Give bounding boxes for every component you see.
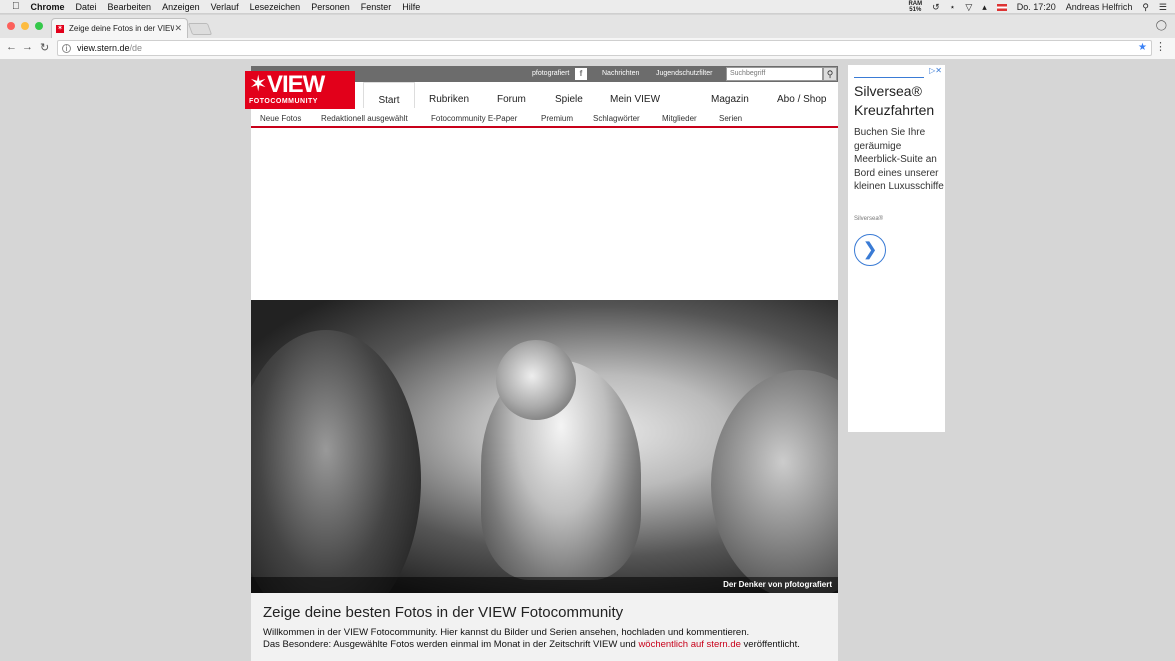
ad-body: Buchen Sie Ihre geräumige Meerblick-Suit… bbox=[854, 127, 944, 192]
tab-title: Zeige deine Fotos in der VIEW bbox=[69, 24, 175, 33]
stern-favicon-icon: ✶ bbox=[56, 24, 64, 33]
time-machine-icon[interactable]: ↺ bbox=[932, 2, 940, 13]
input-source-flag-icon[interactable] bbox=[996, 3, 1007, 11]
clock[interactable]: Do. 17:20 bbox=[1017, 2, 1056, 12]
adchoices-icon[interactable]: ▷✕ bbox=[929, 66, 942, 75]
chrome-menu-icon[interactable]: ⋮ bbox=[1155, 40, 1166, 53]
intro-line-1: Willkommen in der VIEW Fotocommunity. Hi… bbox=[263, 627, 750, 638]
menu-fenster[interactable]: Fenster bbox=[361, 2, 392, 12]
browser-tab[interactable]: ✶ Zeige deine Fotos in der VIEW ✕ bbox=[51, 18, 188, 38]
zoom-window-icon[interactable] bbox=[35, 22, 43, 30]
nav-mein-view[interactable]: Mein VIEW bbox=[610, 94, 660, 105]
close-window-icon[interactable] bbox=[7, 22, 15, 30]
wifi-icon[interactable]: ▽ bbox=[965, 2, 972, 13]
facebook-icon[interactable]: f bbox=[575, 68, 587, 80]
subnav-mitglieder[interactable]: Mitglieder bbox=[662, 114, 697, 123]
nav-forum[interactable]: Forum bbox=[497, 94, 526, 105]
spotlight-icon[interactable]: ⚲ bbox=[1142, 2, 1149, 13]
hero-caption[interactable]: Der Denker von pfotografiert bbox=[251, 577, 838, 593]
minimize-window-icon[interactable] bbox=[21, 22, 29, 30]
url-path: /de bbox=[129, 43, 143, 53]
nav-abo-shop[interactable]: Abo / Shop bbox=[777, 94, 826, 105]
url-domain: view.stern.de bbox=[77, 43, 130, 53]
link-jugendschutzfilter[interactable]: Jugendschutzfilter bbox=[656, 70, 712, 77]
menu-hilfe[interactable]: Hilfe bbox=[402, 2, 420, 12]
stern-link[interactable]: wöchentlich auf stern.de bbox=[638, 639, 740, 650]
ad-divider bbox=[854, 77, 924, 78]
profile-icon[interactable]: ◯ bbox=[1156, 20, 1167, 31]
back-arrow-icon[interactable]: ← bbox=[6, 41, 17, 53]
nav-magazin[interactable]: Magazin bbox=[711, 94, 749, 105]
intro-section: Zeige deine besten Fotos in der VIEW Fot… bbox=[251, 593, 838, 661]
menu-anzeigen[interactable]: Anzeigen bbox=[162, 2, 200, 12]
menu-verlauf[interactable]: Verlauf bbox=[211, 2, 239, 12]
nav-rubriken[interactable]: Rubriken bbox=[429, 94, 469, 105]
menu-app-name[interactable]: Chrome bbox=[31, 2, 65, 12]
subnav-redaktionell[interactable]: Redaktionell ausgewählt bbox=[321, 114, 408, 123]
address-bar[interactable]: i view.stern.de/de ★ bbox=[57, 40, 1152, 56]
menu-bearbeiten[interactable]: Bearbeiten bbox=[108, 2, 152, 12]
nav-start[interactable]: Start bbox=[363, 82, 415, 108]
link-pfotografiert[interactable]: pfotografiert bbox=[532, 70, 569, 77]
menu-personen[interactable]: Personen bbox=[311, 2, 350, 12]
tab-close-icon[interactable]: ✕ bbox=[174, 23, 182, 34]
lemur-main-head bbox=[496, 340, 576, 420]
search-input[interactable]: Suchbegriff bbox=[726, 67, 823, 81]
menu-lesezeichen[interactable]: Lesezeichen bbox=[250, 2, 301, 12]
window-controls bbox=[7, 22, 43, 30]
new-tab-button[interactable] bbox=[187, 23, 213, 35]
advertisement[interactable]: ▷✕ Silversea® Kreuzfahrten Buchen Sie Ih… bbox=[848, 65, 945, 432]
apple-icon[interactable]:  bbox=[12, 1, 20, 12]
lemur-left-shape bbox=[251, 330, 421, 593]
bookmark-star-icon[interactable]: ★ bbox=[1138, 42, 1147, 53]
subnav-epaper[interactable]: Fotocommunity E-Paper bbox=[431, 114, 517, 123]
ad-arrow-icon[interactable]: ❯ bbox=[854, 234, 886, 266]
notification-center-icon[interactable]: ☰ bbox=[1159, 2, 1167, 13]
subnav-schlagwoerter[interactable]: Schlagwörter bbox=[593, 114, 640, 123]
subnav-neue-fotos[interactable]: Neue Fotos bbox=[260, 114, 301, 123]
lemur-right-shape bbox=[711, 370, 838, 593]
ram-indicator[interactable]: RAM 51% bbox=[908, 1, 922, 13]
ad-brand: Silversea® bbox=[854, 216, 884, 222]
browser-chrome: ✶ Zeige deine Fotos in der VIEW ✕ ◯ ← → … bbox=[0, 15, 1175, 59]
subnav-serien[interactable]: Serien bbox=[719, 114, 742, 123]
intro-line-2: Das Besondere: Ausgewählte Fotos werden … bbox=[263, 639, 800, 650]
bluetooth-icon[interactable]: ⋆ bbox=[950, 2, 956, 13]
subnav-premium[interactable]: Premium bbox=[541, 114, 573, 123]
site-content: pfotografiert f Nachrichten Jugendschutz… bbox=[245, 66, 838, 661]
forward-arrow-icon[interactable]: → bbox=[22, 41, 33, 53]
browser-toolbar: ← → ↻ i view.stern.de/de ★ ⋮ bbox=[0, 38, 1175, 59]
sub-navigation: Neue Fotos Redaktionell ausgewählt Fotoc… bbox=[251, 108, 838, 128]
link-nachrichten[interactable]: Nachrichten bbox=[602, 70, 639, 77]
ad-title[interactable]: Silversea® Kreuzfahrten bbox=[854, 82, 944, 120]
hero-photo-lemur[interactable]: Der Denker von pfotografiert bbox=[251, 300, 838, 593]
volume-icon[interactable]: ▴ bbox=[982, 2, 987, 13]
site-info-icon[interactable]: i bbox=[62, 43, 71, 53]
nav-spiele[interactable]: Spiele bbox=[555, 94, 583, 105]
macos-menubar:  Chrome Datei Bearbeiten Anzeigen Verla… bbox=[0, 0, 1175, 14]
reload-icon[interactable]: ↻ bbox=[40, 41, 49, 54]
user-name[interactable]: Andreas Helfrich bbox=[1066, 2, 1133, 12]
menu-datei[interactable]: Datei bbox=[76, 2, 97, 12]
search-icon[interactable]: ⚲ bbox=[823, 67, 837, 81]
main-navigation: Start Rubriken Forum Spiele Mein VIEW Ma… bbox=[251, 82, 838, 108]
intro-title: Zeige deine besten Fotos in der VIEW Fot… bbox=[263, 604, 624, 621]
